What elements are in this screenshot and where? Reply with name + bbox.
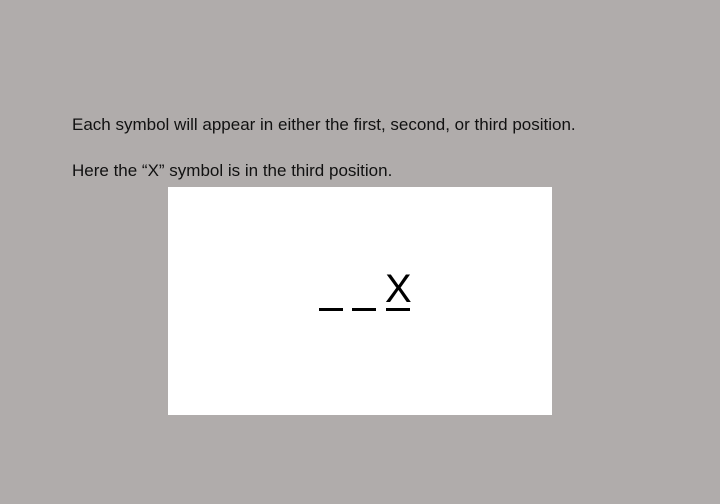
slot-underline — [352, 308, 376, 311]
instruction-text-example: Here the “X” symbol is in the third posi… — [72, 161, 393, 180]
position-slot-first — [318, 268, 344, 316]
position-slot-third: X — [385, 267, 412, 316]
instruction-text-positions: Each symbol will appear in either the fi… — [72, 115, 576, 134]
slot-symbol: X — [385, 267, 412, 311]
position-slot-second — [351, 268, 377, 316]
slot-underline — [319, 308, 343, 311]
slot-underline — [386, 308, 410, 311]
symbol-positions: X — [318, 268, 418, 316]
